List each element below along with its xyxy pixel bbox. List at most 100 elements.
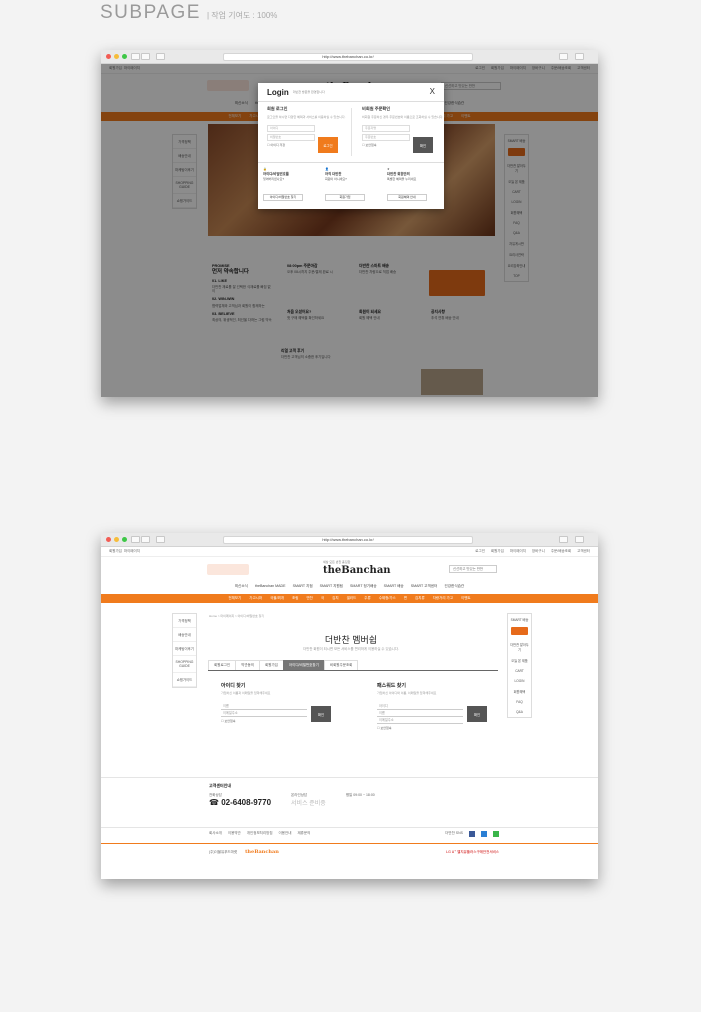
footer-link[interactable]: 이용약관 [228,831,241,837]
email-input[interactable]: 이메일주소 [221,710,307,717]
cat-item[interactable]: 수제청/가스 [379,596,396,601]
quick-left-item[interactable]: 쇼핑가이드 [173,673,196,687]
url-bar[interactable]: http://www.thebanchan.co.kr/ [223,53,473,61]
benefit-button[interactable]: 회원혜택 안내 [387,194,427,201]
site-logo[interactable]: theBanchan [323,565,391,576]
id-input[interactable]: 아이디 [267,125,315,133]
login-button[interactable]: 로그인 [318,137,338,153]
guest-confirm-button[interactable]: 확인 [413,137,433,153]
top-left-link[interactable]: 마이페이지 [124,549,140,554]
cat-item[interactable]: 가고시마 [249,596,262,601]
tabs-button[interactable] [575,536,584,543]
find-id-confirm-button[interactable]: 확인 [311,706,331,722]
menu-item[interactable]: SMART 고객센터 [411,584,438,589]
cat-item[interactable]: 반찬 [306,596,312,601]
tab-signup[interactable]: 회원가입 [259,660,284,670]
top-link[interactable]: 주문/배송조회 [551,549,571,554]
save-id-checkbox[interactable]: ☐ 아이디 저장 [267,143,353,147]
close-dot[interactable] [106,54,111,59]
secure-checkbox[interactable]: ☐ 보안접속 [362,143,448,147]
blog-icon[interactable] [481,831,487,837]
secure-checkbox[interactable]: ☐ 보안접속 [377,726,489,730]
promo-banner[interactable] [207,564,249,575]
cat-item[interactable]: 면 [404,596,407,601]
url-bar[interactable]: http://www.thebanchan.co.kr/ [223,536,473,544]
quick-left-item[interactable]: SHOPPING GUIDE [173,656,196,673]
top-link[interactable]: 고객센터 [577,549,590,554]
quick-right-item[interactable]: Q&A [508,707,531,717]
quick-right-item[interactable]: SMART 배송 [508,614,531,625]
cat-item[interactable]: 주류 [364,596,370,601]
menu-item[interactable]: theBanchan MADE [255,584,286,589]
sidebar-button[interactable] [156,53,165,60]
quick-left-item[interactable]: 배송안내 [173,628,196,642]
tab-terms[interactable]: 약관동의 [235,660,260,670]
facebook-icon[interactable] [469,831,475,837]
cat-item[interactable]: 이벤트 [461,596,471,601]
cat-item[interactable]: 자랑거리 가고 [433,596,453,601]
back-button[interactable] [131,536,140,543]
zoom-dot[interactable] [122,537,127,542]
menu-item[interactable]: 건강한식습관 [444,584,464,589]
find-account-button[interactable]: 아이디/비밀번호 찾기 [263,194,303,201]
bottom-title: 아이디/비밀번호를 [263,172,289,176]
back-button[interactable] [131,53,140,60]
quick-right-item[interactable]: LOGIN [508,676,531,686]
sidebar-button[interactable] [156,536,165,543]
footer-link[interactable]: 회사소개 [209,831,222,837]
footer-link[interactable]: 개인정보처리방침 [247,831,273,837]
minimize-dot[interactable] [114,537,119,542]
share-button[interactable] [559,53,568,60]
quick-right-item[interactable]: 회원혜택 [508,686,531,697]
id-input[interactable]: 아이디 [377,703,463,710]
footer-link[interactable]: 이용안내 [279,831,292,837]
signup-button[interactable]: 회원가입 [325,194,365,201]
site-page: 회원가입 마이페이지 로그인 회원가입 마이페이지 장바구니 주문/배송조회 고… [101,64,598,397]
cat-item[interactable]: 국물/찌개 [270,596,284,601]
menu-item[interactable]: SMART 배송 [384,584,404,589]
tab-guest-order[interactable]: 비회원주문조회 [323,660,359,670]
quick-left-item[interactable]: 마케팅이후기 [173,642,196,656]
quick-right-item[interactable]: FAQ [508,697,531,707]
tabs-button[interactable] [575,53,584,60]
footer-link[interactable]: 제휴문의 [297,831,310,837]
name-input[interactable]: 이름 [377,710,463,717]
cat-item[interactable]: 샐러드 [347,596,357,601]
orderer-name-input[interactable]: 주문자명 [362,125,410,133]
quick-right-item[interactable]: 더반찬 알아두기 [508,639,531,655]
name-input[interactable]: 이름 [221,703,307,710]
cat-item[interactable]: 국 [321,596,324,601]
share-button[interactable] [559,536,568,543]
email-input[interactable]: 이메일주소 [377,717,463,724]
tab-find-account[interactable]: 아이디/비밀번호찾기 [282,660,325,670]
top-link[interactable]: 회원가입 [491,549,504,554]
close-dot[interactable] [106,537,111,542]
menu-item[interactable]: SMART 지점 [293,584,313,589]
cat-item[interactable]: 전체보기 [228,596,241,601]
top-link[interactable]: 장바구니 [532,549,545,554]
menu-item[interactable]: SMART 정기배송 [350,584,377,589]
forward-button[interactable] [141,53,150,60]
cat-item[interactable]: 조림 [292,596,298,601]
order-number-input[interactable]: 주문번호 [362,134,410,142]
find-pw-confirm-button[interactable]: 확인 [467,706,487,722]
tab-login[interactable]: 회원로그인 [208,660,237,670]
top-link[interactable]: 마이페이지 [510,549,526,554]
quick-left-item[interactable]: 가격정책 [173,614,196,628]
zoom-dot[interactable] [122,54,127,59]
close-icon[interactable]: X [430,88,435,96]
forward-button[interactable] [141,536,150,543]
quick-right-item[interactable]: CART [508,666,531,676]
quick-right-item[interactable]: 오늘 본 제품 [508,655,531,666]
lg-badge[interactable]: LG U⁺ 엘지유플러스구매안전서비스 [446,850,499,855]
menu-item[interactable]: 최신소식 [235,584,248,589]
top-link[interactable]: 로그인 [475,549,485,554]
top-left-link[interactable]: 회원가입 [109,549,122,554]
menu-item[interactable]: SMART 지원됨 [320,584,343,589]
password-input[interactable]: 비밀번호 [267,134,315,142]
minimize-dot[interactable] [114,54,119,59]
cat-item[interactable]: 김치류 [415,596,425,601]
cat-item[interactable]: 김치 [332,596,338,601]
search-input[interactable]: 신선하고 맛있는 반찬 [449,565,497,573]
naver-icon[interactable] [493,831,499,837]
